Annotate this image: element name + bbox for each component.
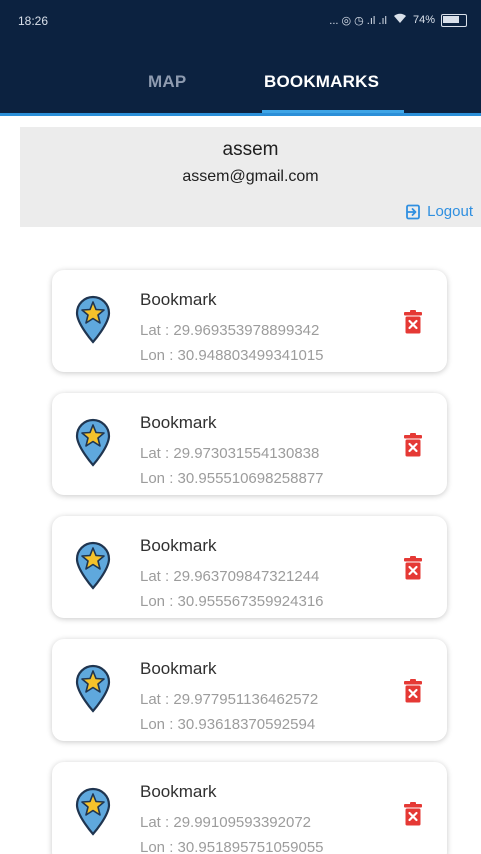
status-bar: 18:26 ... ◎ ◷ .ıl .ıl 74% [0,0,481,44]
logout-label: Logout [427,203,473,220]
battery-icon [441,13,467,27]
tab-divider [0,113,481,116]
bookmark-card[interactable]: Bookmark Lat : 29.963709847321244 Lon : … [52,516,447,618]
logout-button[interactable]: Logout [405,203,473,220]
map-pin-star-icon [74,417,112,467]
bookmark-longitude: Lon : 30.948803499341015 [140,347,324,364]
tab-bookmarks[interactable]: BOOKMARKS [264,72,379,92]
map-pin-star-icon [74,786,112,836]
trash-icon[interactable] [402,433,424,457]
bookmark-longitude: Lon : 30.951895751059055 [140,839,324,854]
trash-icon[interactable] [402,802,424,826]
trash-icon[interactable] [402,679,424,703]
status-indicator-icons: ... ◎ ◷ .ıl .ıl [329,14,387,27]
bookmark-title: Bookmark [140,290,217,309]
user-name: assem [222,139,279,160]
bookmark-card[interactable]: Bookmark Lat : 29.969353978899342 Lon : … [52,270,447,372]
logout-icon [405,204,421,220]
map-pin-star-icon [74,294,112,344]
wifi-icon [393,13,407,27]
trash-icon[interactable] [402,310,424,334]
user-email: assem@gmail.com [182,168,319,185]
bookmark-card[interactable]: Bookmark Lat : 29.977951136462572 Lon : … [52,639,447,741]
status-time: 18:26 [18,14,49,28]
bookmark-latitude: Lat : 29.99109593392072 [140,814,311,831]
bookmark-title: Bookmark [140,536,217,555]
bookmark-latitude: Lat : 29.973031554130838 [140,445,320,462]
bookmark-longitude: Lon : 30.93618370592594 [140,716,316,733]
map-pin-star-icon [74,663,112,713]
user-panel: assem assem@gmail.com Logout [20,127,481,227]
bookmark-longitude: Lon : 30.955510698258877 [140,470,324,487]
bookmark-list[interactable]: Bookmark Lat : 29.969353978899342 Lon : … [0,228,481,854]
battery-percent: 74% [412,14,435,26]
bookmark-title: Bookmark [140,413,217,432]
bookmark-card[interactable]: Bookmark Lat : 29.973031554130838 Lon : … [52,393,447,495]
bookmarks-screen: 18:26 ... ◎ ◷ .ıl .ıl 74% MAP BOOKMARKS … [0,0,481,854]
bookmark-title: Bookmark [140,659,217,678]
bookmark-latitude: Lat : 29.977951136462572 [140,691,319,708]
bookmark-latitude: Lat : 29.969353978899342 [140,322,320,339]
tab-bar: MAP BOOKMARKS [0,44,481,116]
tab-map[interactable]: MAP [148,72,186,92]
status-icons: ... ◎ ◷ .ıl .ıl 74% [329,13,467,27]
bookmark-card[interactable]: Bookmark Lat : 29.99109593392072 Lon : 3… [52,762,447,854]
map-pin-star-icon [74,540,112,590]
bookmark-title: Bookmark [140,782,217,801]
bookmark-longitude: Lon : 30.955567359924316 [140,593,324,610]
bookmark-latitude: Lat : 29.963709847321244 [140,568,320,585]
trash-icon[interactable] [402,556,424,580]
